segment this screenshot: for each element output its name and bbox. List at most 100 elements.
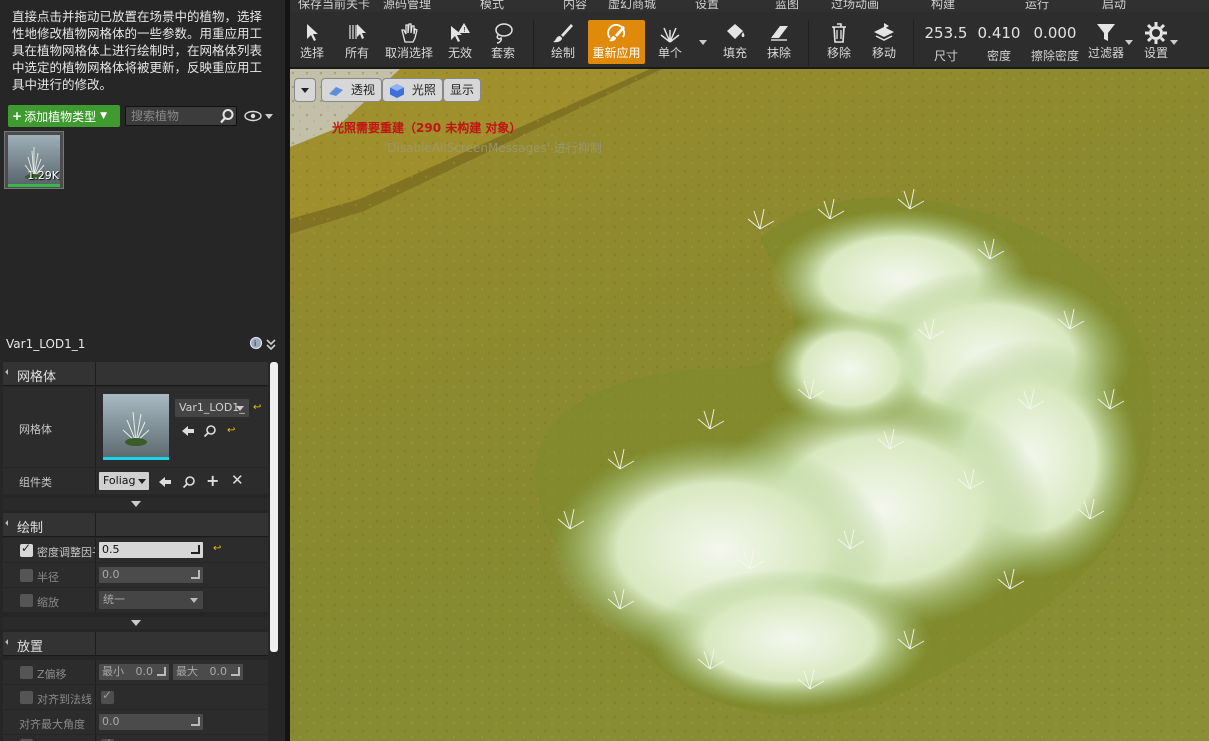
lit-view-mode-button[interactable]: 光照 — [382, 78, 443, 102]
brush-icon — [546, 20, 580, 46]
property-radius: 半径 0.0 — [3, 563, 268, 587]
fill-label: 填充 — [722, 46, 747, 60]
menu-modes[interactable]: 模式 — [480, 0, 504, 12]
category-placement-label: 放置 — [17, 640, 44, 655]
add-icon[interactable]: + — [206, 471, 219, 490]
add-foliage-type-label: 添加植物类型 — [24, 109, 97, 124]
erase-density-value[interactable]: 0.000 — [1028, 24, 1082, 42]
column-divider — [95, 468, 96, 494]
menu-settings[interactable]: 设置 — [695, 0, 719, 12]
z-offset-min-field[interactable]: 最小 0.0 — [99, 664, 169, 680]
level-viewport[interactable]: 透视 光照 显示 光照需要重建（290 未构建 对象） 'DisableAllS… — [290, 69, 1209, 741]
move-button[interactable]: 移动 — [866, 20, 902, 64]
view-options-button[interactable] — [244, 108, 274, 124]
chevron-down-icon[interactable] — [1125, 40, 1133, 45]
align-to-normal-checkbox[interactable] — [101, 688, 114, 704]
browse-search-icon[interactable] — [182, 475, 196, 489]
show-flags-button[interactable]: 显示 — [443, 78, 482, 102]
use-selected-arrow-icon[interactable] — [158, 476, 172, 488]
reset-to-default-icon[interactable]: ↩ — [213, 543, 221, 554]
component-class-value: Foliag — [103, 474, 136, 487]
drag-handle-icon — [157, 667, 166, 676]
component-class-dropdown[interactable]: Foliag — [99, 472, 149, 490]
reapply-tool-button[interactable]: 重新应用 — [588, 20, 645, 64]
brush-size-value[interactable]: 253.5 — [922, 24, 970, 42]
mesh-thumbnail[interactable] — [103, 394, 169, 460]
search-icon[interactable] — [219, 108, 235, 124]
perspective-icon — [329, 86, 343, 96]
viewport-options-button[interactable] — [294, 78, 316, 102]
max-value: 0.0 — [209, 665, 228, 678]
radius-field[interactable]: 0.0 — [99, 567, 203, 583]
menu-launch[interactable]: 启动 — [1102, 0, 1126, 12]
lit-label: 光照 — [411, 83, 436, 97]
svg-text:i: i — [254, 339, 256, 348]
column-divider — [95, 632, 96, 656]
paint-density-label: 密度 — [986, 49, 1011, 63]
perspective-button[interactable]: 透视 — [321, 78, 382, 102]
align-to-normal-override-checkbox[interactable] — [20, 691, 33, 704]
scaling-checkbox[interactable] — [20, 594, 33, 607]
filters-button[interactable]: 过滤器 — [1084, 20, 1128, 64]
filter-icon — [1084, 20, 1128, 46]
instance-count: 1.29K — [27, 169, 59, 182]
category-paint[interactable]: 绘制 — [3, 513, 268, 537]
z-offset-checkbox[interactable] — [20, 666, 33, 679]
select-invalid-button[interactable]: ! 无效 — [444, 20, 476, 64]
align-max-angle-field[interactable]: 0.0 — [99, 714, 203, 730]
fill-bucket-icon — [718, 20, 752, 46]
align-max-angle-label: 对齐最大角度 — [19, 718, 85, 731]
brush-size-label: 尺寸 — [933, 49, 958, 63]
active-indicator — [8, 184, 60, 187]
mesh-asset-dropdown[interactable]: Var1_LOD1_ — [175, 399, 249, 417]
menu-content[interactable]: 内容 — [563, 0, 587, 12]
move-label: 移动 — [871, 46, 896, 60]
menu-blueprints[interactable]: 蓝图 — [775, 0, 799, 12]
advanced-expander[interactable] — [3, 617, 268, 629]
menu-cinematics[interactable]: 过场动画 — [831, 0, 879, 12]
advanced-expander[interactable] — [3, 498, 268, 510]
scaling-dropdown[interactable]: 统一 — [99, 591, 203, 609]
select-all-button[interactable]: 所有 — [340, 20, 374, 64]
drag-handle-icon — [231, 667, 240, 676]
menu-marketplace[interactable]: 虚幻商城 — [608, 0, 656, 12]
paint-density-value[interactable]: 0.410 — [976, 24, 1022, 42]
use-selected-arrow-icon[interactable] — [181, 425, 195, 437]
paint-tool-button[interactable]: 绘制 — [546, 20, 580, 64]
fill-tool-button[interactable]: 填充 — [718, 20, 752, 64]
foliage-mode-panel: 直接点击并拖动已放置在场景中的植物，选择性地修改植物网格体的一些参数。用重应用工… — [0, 0, 285, 741]
chevron-down-icon[interactable] — [699, 40, 707, 45]
clear-icon[interactable]: ✕ — [231, 471, 244, 489]
density-adjustment-field[interactable]: 0.5 — [99, 542, 203, 558]
settings-button[interactable]: 设置 — [1138, 20, 1174, 64]
details-options-button[interactable]: i — [249, 336, 279, 352]
erase-tool-button[interactable]: 抹除 — [762, 20, 796, 64]
single-instance-button[interactable]: 单个 — [652, 20, 688, 64]
menu-build[interactable]: 构建 — [931, 0, 955, 12]
foliage-type-thumbnail[interactable]: 1.29K — [4, 131, 64, 189]
menu-save-current[interactable]: 保存当前关卡 — [298, 0, 370, 12]
single-label: 单个 — [657, 46, 682, 60]
radius-checkbox[interactable] — [20, 569, 33, 582]
menu-play[interactable]: 运行 — [1025, 0, 1049, 12]
chevron-down-icon[interactable] — [1170, 40, 1178, 45]
toolbar-separator — [533, 20, 534, 66]
reset-to-default-icon[interactable]: ↩ — [227, 425, 235, 436]
remove-button[interactable]: 移除 — [822, 20, 856, 64]
menu-source-control[interactable]: 源码管理 — [383, 0, 431, 12]
browse-search-icon[interactable] — [203, 424, 217, 438]
details-scrollbar[interactable] — [270, 362, 278, 652]
category-mesh[interactable]: 网格体 — [3, 362, 268, 386]
min-label: 最小 — [102, 665, 124, 678]
z-offset-max-field[interactable]: 最大 0.0 — [173, 664, 243, 680]
select-tool-button[interactable]: 选择 — [294, 20, 330, 64]
property-align-to-normal: 对齐到法线 — [3, 685, 268, 709]
single-plant-icon — [652, 20, 688, 46]
add-foliage-type-button[interactable]: + 添加植物类型 ▼ — [8, 105, 120, 127]
category-placement[interactable]: 放置 — [3, 632, 268, 656]
lasso-tool-button[interactable]: 套索 — [486, 20, 520, 64]
deselect-button[interactable]: 取消选择 — [382, 20, 436, 64]
eraser-icon — [762, 20, 796, 46]
reset-to-default-icon[interactable]: ↩ — [253, 402, 261, 413]
density-adjustment-checkbox[interactable] — [20, 541, 33, 557]
